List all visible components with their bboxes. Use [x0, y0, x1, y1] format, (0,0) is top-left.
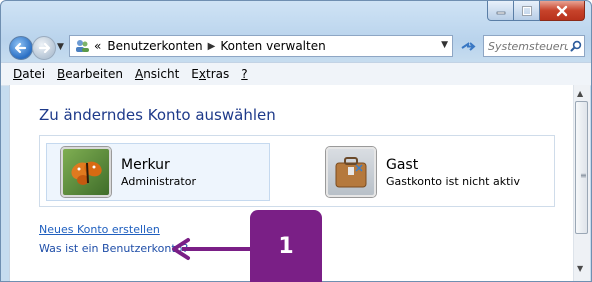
close-icon: [556, 5, 568, 16]
scroll-down-icon[interactable]: ▼: [577, 264, 583, 273]
create-account-link[interactable]: Neues Konto erstellen: [39, 223, 160, 236]
scroll-up-icon[interactable]: ▲: [577, 89, 583, 98]
vertical-scrollbar[interactable]: ▲ ≡ ▼: [573, 85, 590, 281]
grip-icon: ≡: [580, 171, 587, 180]
address-dropdown-icon[interactable]: ▼: [441, 40, 448, 50]
address-prefix: «: [94, 39, 102, 53]
menu-datei-rest: atei: [22, 67, 46, 81]
account-role: Administrator: [121, 174, 196, 188]
breadcrumb-konten-verwalten[interactable]: Konten verwalten: [220, 39, 325, 53]
minimize-icon: [496, 11, 505, 14]
search-input[interactable]: [484, 39, 568, 53]
menu-extras[interactable]: Extras: [187, 67, 233, 81]
menu-datei-accel: D: [13, 67, 23, 81]
menu-extras-first: E: [191, 67, 199, 81]
navigation-bar: ▼ « Benutzerkonten ▶ Konten verwalten ▼: [9, 34, 585, 60]
menu-extras-accel: x: [198, 67, 206, 81]
menu-help-accel: ?: [241, 67, 248, 81]
user-accounts-icon: [74, 38, 90, 54]
scroll-thumb[interactable]: ≡: [575, 101, 588, 234]
menu-bearbeiten-rest: earbeiten: [65, 67, 123, 81]
page-title: Zu änderndes Konto auswählen: [39, 106, 276, 124]
address-bar[interactable]: « Benutzerkonten ▶ Konten verwalten ▼: [69, 35, 453, 57]
refresh-icon: [461, 42, 476, 51]
account-name: Gast: [386, 156, 419, 173]
menu-datei[interactable]: Datei: [9, 67, 49, 81]
minimize-button[interactable]: [487, 1, 514, 21]
search-icon[interactable]: [570, 37, 582, 56]
forward-arrow-icon: [38, 42, 51, 54]
suitcase-picture-icon: [326, 147, 376, 197]
callout-arrow-icon: [172, 238, 250, 260]
account-role: Gastkonto ist nicht aktiv: [386, 174, 520, 188]
menu-extras-rest: tras: [206, 67, 230, 81]
back-arrow-icon: [14, 42, 27, 54]
recent-pages-dropdown-icon[interactable]: ▼: [57, 42, 64, 52]
search-box[interactable]: [483, 35, 585, 57]
close-button[interactable]: [540, 1, 585, 21]
account-merkur-text: Merkur Administrator: [121, 157, 196, 188]
callout-badge: 1: [250, 210, 322, 282]
menu-bearbeiten[interactable]: Bearbeiten: [53, 67, 127, 81]
account-name: Merkur: [121, 156, 170, 173]
maximize-icon: [521, 5, 532, 16]
butterfly-picture-icon: [61, 147, 111, 197]
breadcrumb-separator-icon[interactable]: ▶: [208, 41, 216, 52]
account-tile-merkur[interactable]: Merkur Administrator: [46, 143, 270, 201]
what-is-account-link[interactable]: Was ist ein Benutzerkonto?: [39, 242, 188, 255]
forward-button[interactable]: [32, 36, 56, 60]
menu-bar: Datei Bearbeiten Ansicht Extras ?: [1, 62, 591, 86]
account-tile-gast[interactable]: Gast Gastkonto ist nicht aktiv: [318, 143, 548, 201]
account-gast-text: Gast Gastkonto ist nicht aktiv: [386, 157, 520, 188]
account-list: Merkur Administrator Gast Gastkonto ist …: [39, 135, 555, 207]
menu-ansicht-rest: nsicht: [143, 67, 180, 81]
menu-help[interactable]: ?: [237, 67, 251, 81]
back-button[interactable]: [9, 36, 33, 60]
maximize-button[interactable]: [514, 1, 540, 21]
menu-ansicht-accel: A: [134, 67, 144, 81]
caption-buttons: [487, 1, 585, 21]
menu-ansicht[interactable]: Ansicht: [131, 67, 183, 81]
refresh-button[interactable]: [457, 35, 479, 57]
breadcrumb-benutzerkonten[interactable]: Benutzerkonten: [107, 39, 202, 53]
